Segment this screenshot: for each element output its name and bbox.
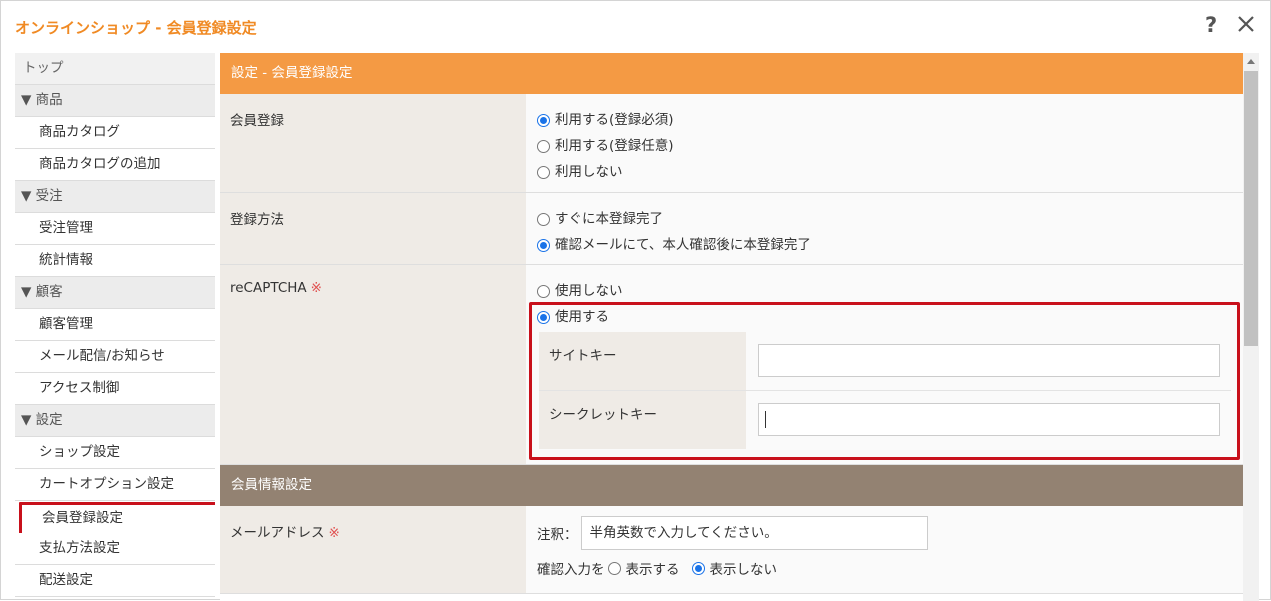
radio-optional[interactable]	[537, 139, 550, 153]
email-settings: 注釈： 半角英数で入力してください。 確認入力を 表示する 表示しない	[526, 506, 1243, 593]
sidebar-item-statistics[interactable]: 統計情報	[15, 245, 215, 277]
required-mark: ※	[328, 525, 340, 541]
radio-confirm-show[interactable]	[607, 561, 621, 575]
radio-confirm-hide[interactable]	[691, 561, 705, 575]
radio-required[interactable]	[537, 113, 550, 127]
dialog-window: オンラインショップ - 会員登録設定 ? トップ ▼ 商品 商品カタログ 商品カ…	[0, 0, 1271, 601]
radio-label: 使用しない	[555, 283, 623, 299]
note-input[interactable]: 半角英数で入力してください。	[580, 516, 928, 550]
radio-label: 利用する(登録任意)	[555, 138, 674, 154]
sidebar-category-customers[interactable]: ▼ 顧客	[15, 277, 215, 309]
form-row-registration-method: 登録方法 すぐに本登録完了 確認メールにて、本人確認後に本登録完了	[220, 193, 1243, 265]
radio-email-confirm[interactable]	[537, 238, 550, 252]
sidebar-item-member-registration[interactable]: 会員登録設定	[19, 502, 215, 536]
sidebar-item-shop-settings[interactable]: ショップ設定	[15, 437, 215, 469]
email-label: メールアドレス	[230, 525, 325, 541]
confirm-label: 確認入力を	[537, 562, 605, 578]
sidebar-category-settings[interactable]: ▼ 設定	[15, 405, 215, 437]
recaptcha-highlight-box	[529, 302, 1240, 460]
radio-label: 表示しない	[709, 562, 778, 578]
form-row-email: メールアドレス ※ 注釈： 半角英数で入力してください。 確認入力を 表示する 表…	[220, 506, 1243, 594]
sidebar-item-mail-news[interactable]: メール配信/お知らせ	[15, 341, 215, 373]
field-label: メールアドレス ※	[220, 506, 526, 593]
radio-label: 利用しない	[555, 164, 623, 180]
sidebar-item-order-management[interactable]: 受注管理	[15, 213, 215, 245]
sidebar-item-access-control[interactable]: アクセス制御	[15, 373, 215, 405]
field-label: reCAPTCHA ※	[220, 265, 526, 464]
sidebar-item-product-catalog[interactable]: 商品カタログ	[15, 117, 215, 149]
dialog-title: オンラインショップ - 会員登録設定	[15, 19, 257, 37]
radio-immediate[interactable]	[537, 212, 550, 226]
field-label: 登録方法	[220, 193, 526, 264]
radio-label: すぐに本登録完了	[555, 211, 663, 227]
vertical-scrollbar[interactable]	[1243, 53, 1259, 601]
radio-label: 確認メールにて、本人確認後に本登録完了	[555, 237, 811, 253]
scroll-up-arrow-icon[interactable]	[1247, 59, 1255, 64]
radio-recaptcha-off[interactable]	[537, 284, 550, 298]
radio-label: 表示する	[625, 562, 680, 578]
sidebar-item-top[interactable]: トップ	[15, 53, 215, 85]
recaptcha-label: reCAPTCHA	[230, 280, 307, 296]
radio-not-used[interactable]	[537, 165, 550, 179]
sidebar-item-add-product[interactable]: 商品カタログの追加	[15, 149, 215, 181]
sidebar-nav: トップ ▼ 商品 商品カタログ 商品カタログの追加 ▼ 受注 受注管理 統計情報…	[15, 53, 215, 601]
radio-group-member-registration: 利用する(登録必須) 利用する(登録任意) 利用しない	[526, 94, 1243, 192]
section-header-member-info: 会員情報設定	[220, 465, 1243, 506]
sidebar-item-shipping[interactable]: 配送設定	[15, 565, 215, 597]
required-mark: ※	[310, 280, 322, 296]
sidebar-item-cart-options[interactable]: カートオプション設定	[15, 469, 215, 501]
title-bar: オンラインショップ - 会員登録設定 ?	[1, 1, 1270, 53]
radio-label: 利用する(登録必須)	[555, 112, 674, 128]
sidebar-category-orders[interactable]: ▼ 受注	[15, 181, 215, 213]
sidebar-item-customer-management[interactable]: 顧客管理	[15, 309, 215, 341]
scroll-thumb[interactable]	[1244, 71, 1258, 346]
sidebar-category-products[interactable]: ▼ 商品	[15, 85, 215, 117]
form-row-member-registration: 会員登録 利用する(登録必須) 利用する(登録任意) 利用しない	[220, 94, 1243, 193]
section-header-registration: 設定 - 会員登録設定	[220, 53, 1243, 94]
close-icon[interactable]	[1237, 15, 1259, 37]
note-label: 注釈：	[537, 527, 578, 543]
radio-group-registration-method: すぐに本登録完了 確認メールにて、本人確認後に本登録完了	[526, 193, 1243, 264]
field-label: 会員登録	[220, 94, 526, 192]
sidebar-item-payment-methods[interactable]: 支払方法設定	[15, 533, 215, 565]
help-icon[interactable]: ?	[1205, 13, 1227, 39]
